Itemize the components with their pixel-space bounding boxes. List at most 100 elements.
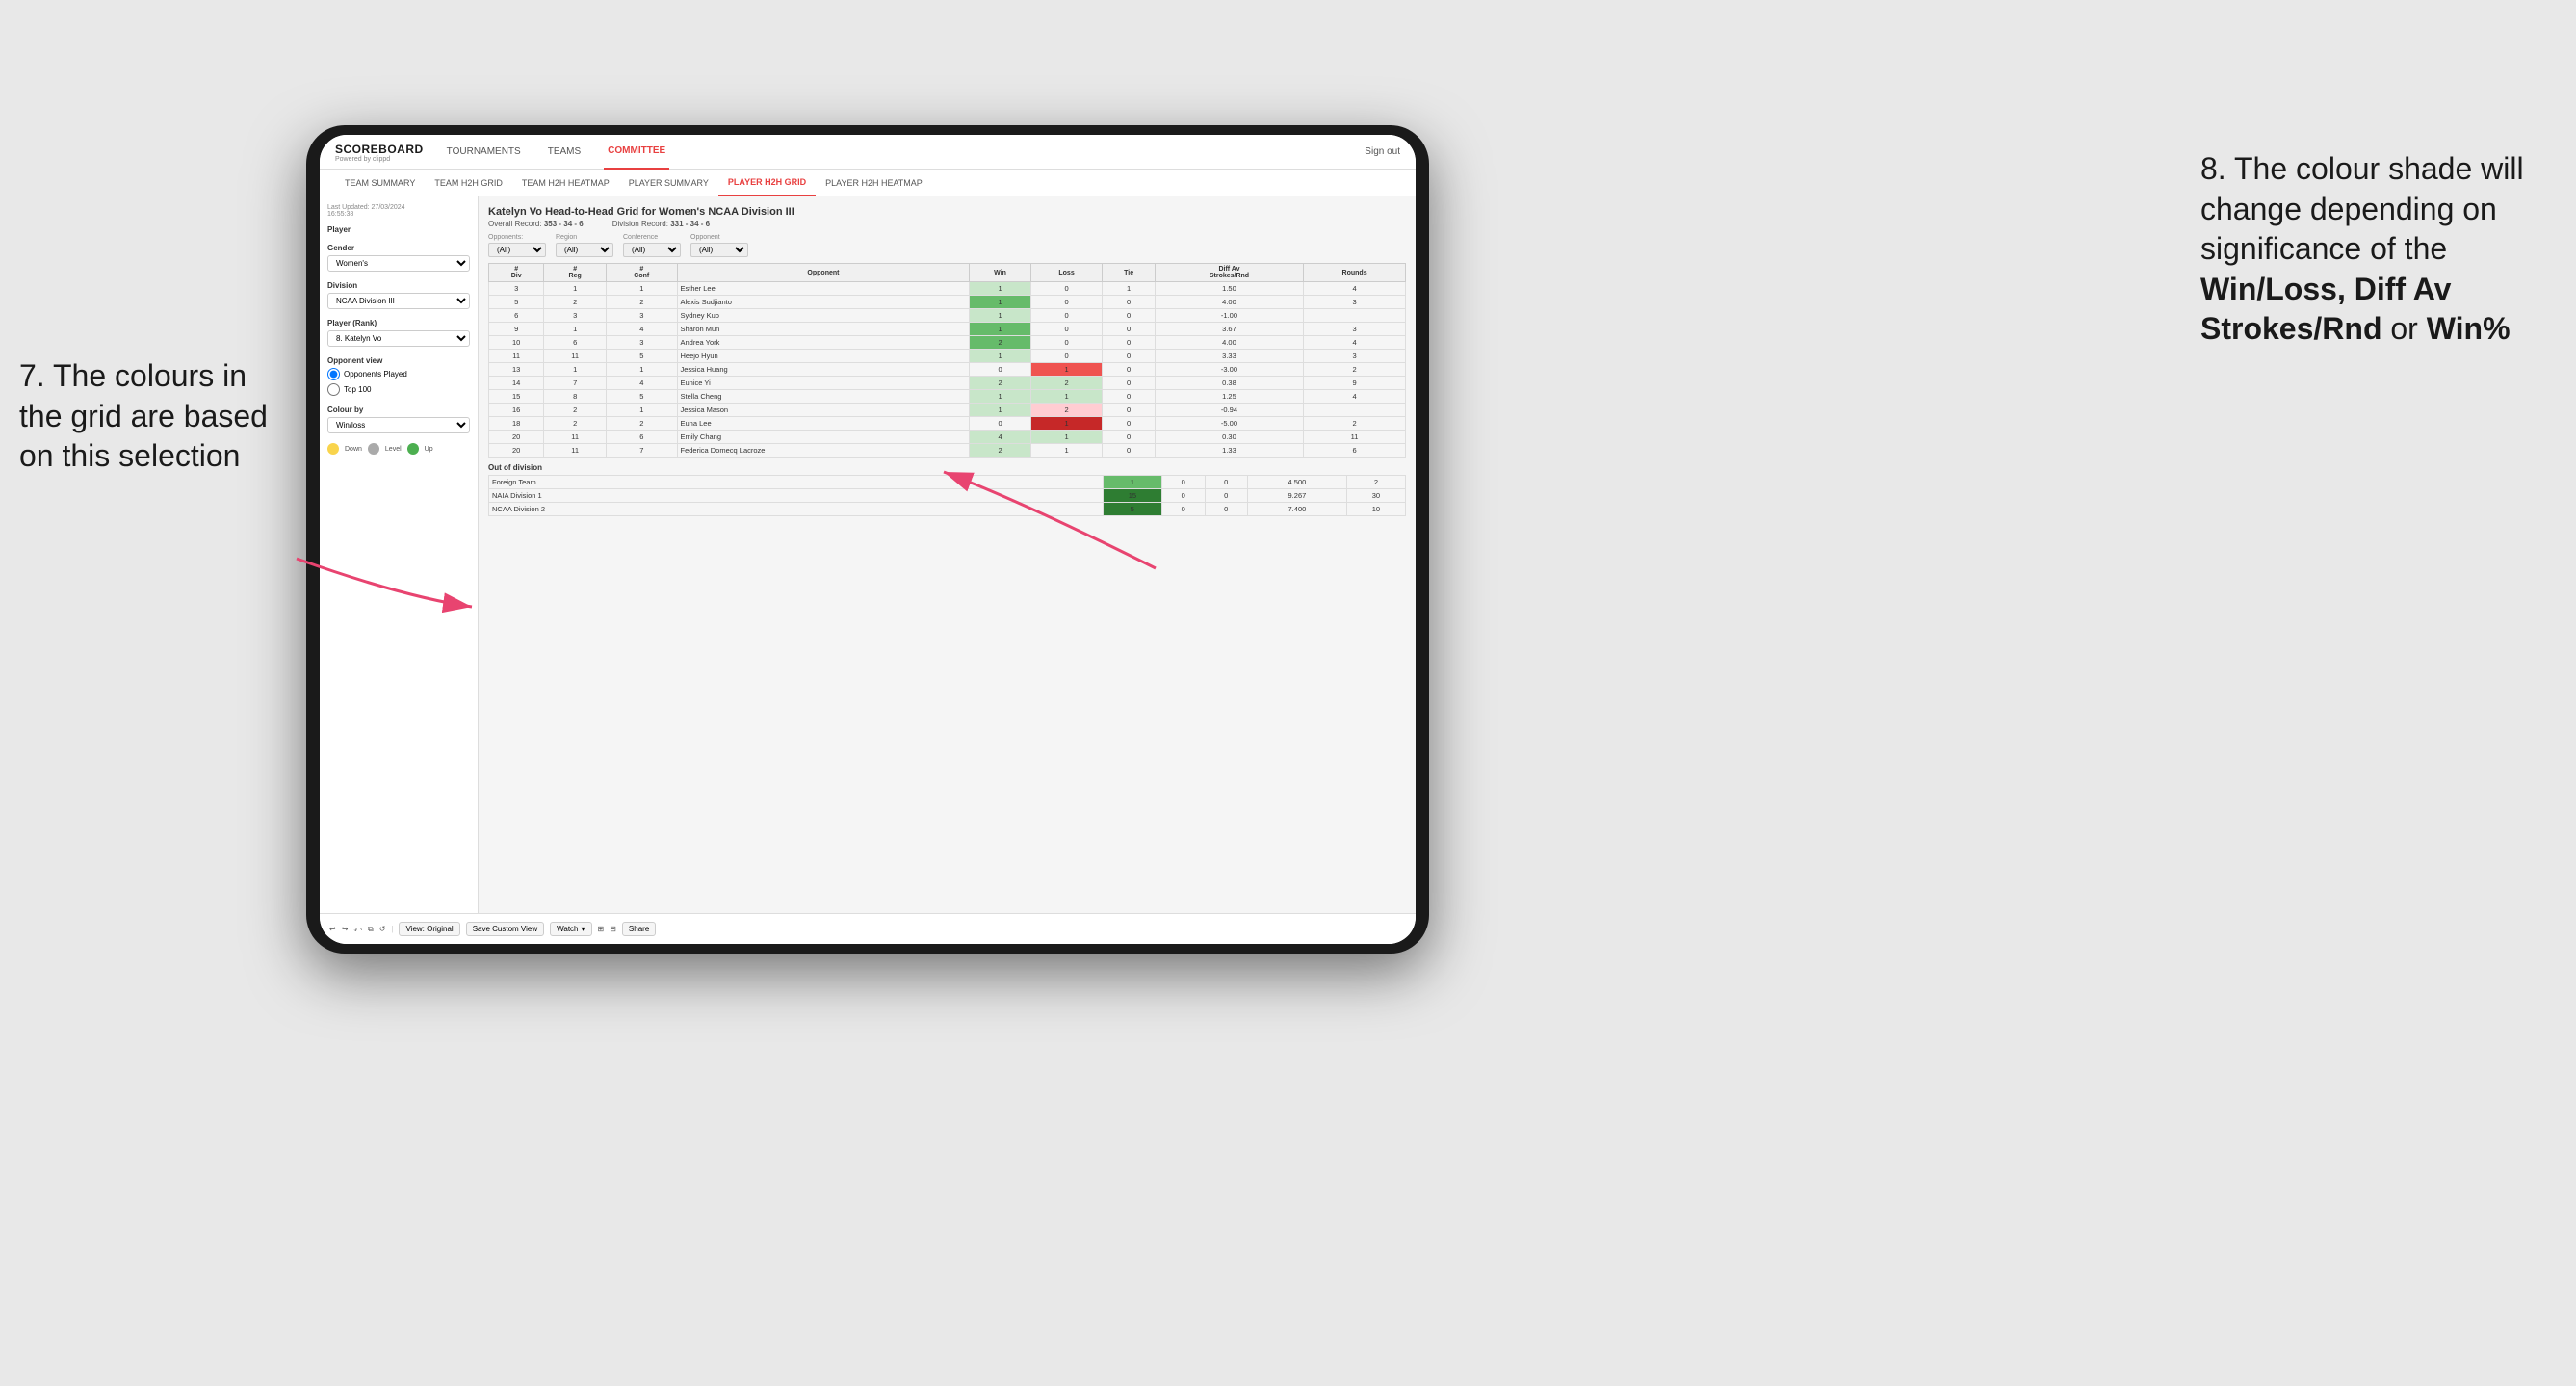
th-rounds: Rounds — [1304, 264, 1406, 282]
table-row: 20 11 7 Federica Domecq Lacroze 2 1 0 1.… — [489, 444, 1406, 458]
colour-label-level: Level — [385, 446, 402, 453]
radio-opponents-played-input[interactable] — [327, 368, 340, 380]
annotation-left-text: 7. The colours in the grid are based on … — [19, 356, 289, 477]
table-row: 18 2 2 Euna Lee 0 1 0 -5.00 2 — [489, 417, 1406, 431]
sidebar-radio-group: Opponents Played Top 100 — [327, 368, 470, 396]
sub-nav-team-summary[interactable]: TEAM SUMMARY — [335, 170, 425, 196]
sidebar-opponent-view-label: Opponent view — [327, 356, 470, 365]
tablet-frame: SCOREBOARD Powered by clippd TOURNAMENTS… — [306, 125, 1429, 954]
sub-nav-player-h2h-heatmap[interactable]: PLAYER H2H HEATMAP — [816, 170, 932, 196]
sub-nav-player-summary[interactable]: PLAYER SUMMARY — [619, 170, 718, 196]
toolbar-step-back-icon[interactable]: ⤺ — [353, 925, 362, 934]
sidebar-opponent-view-section: Opponent view Opponents Played Top 100 — [327, 356, 470, 396]
overall-record: Overall Record: 353 - 34 - 6 — [488, 220, 584, 228]
bottom-toolbar: ↩ ↪ ⤺ ⧉ ↺ | View: Original Save Custom V… — [320, 913, 1416, 944]
toolbar-redo-icon[interactable]: ↪ — [342, 925, 349, 933]
toolbar-undo-icon[interactable]: ↩ — [329, 925, 336, 933]
annotation-right: 8. The colour shade will change dependin… — [2200, 149, 2566, 350]
view-original-label: View: Original — [405, 925, 453, 933]
sidebar-division-section: Division NCAA Division III — [327, 281, 470, 309]
content-area: Katelyn Vo Head-to-Head Grid for Women's… — [479, 196, 1416, 913]
table-row: 14 7 4 Eunice Yi 2 2 0 0.38 9 — [489, 377, 1406, 390]
filter-region: Region (All) — [556, 234, 613, 257]
table-row: 13 1 1 Jessica Huang 0 1 0 -3.00 2 — [489, 363, 1406, 377]
filter-conference-select[interactable]: (All) — [623, 243, 681, 257]
filter-opponent: Opponent (All) — [690, 234, 748, 257]
sub-nav-team-h2h-heatmap[interactable]: TEAM H2H HEATMAP — [512, 170, 619, 196]
logo: SCOREBOARD — [335, 143, 424, 156]
colour-label-down: Down — [345, 446, 362, 453]
toolbar-refresh-icon[interactable]: ↺ — [379, 925, 386, 933]
table-row: 10 6 3 Andrea York 2 0 0 4.00 4 — [489, 336, 1406, 350]
th-div: #Div — [489, 264, 544, 282]
sidebar-player-section: Player — [327, 225, 470, 234]
radio-top100[interactable]: Top 100 — [327, 383, 470, 396]
share-button[interactable]: Share — [622, 922, 656, 936]
save-custom-button[interactable]: Save Custom View — [466, 922, 544, 936]
radio-top100-input[interactable] — [327, 383, 340, 396]
out-of-division-header: Out of division — [488, 458, 1406, 475]
filter-opponents-select[interactable]: (All) — [488, 243, 546, 257]
filter-opponent-select[interactable]: (All) — [690, 243, 748, 257]
colour-dot-down — [327, 443, 339, 455]
radio-opponents-played[interactable]: Opponents Played — [327, 368, 470, 380]
sidebar-division-label: Division — [327, 281, 470, 290]
sidebar-player-rank-section: Player (Rank) 8. Katelyn Vo — [327, 319, 470, 347]
sidebar-player-rank-select[interactable]: 8. Katelyn Vo — [327, 330, 470, 347]
colour-legend: Down Level Up — [327, 443, 470, 455]
sidebar-player-label: Player — [327, 225, 470, 234]
table-row: Foreign Team 1 0 0 4.500 2 — [489, 476, 1406, 489]
table-row: 16 2 1 Jessica Mason 1 2 0 -0.94 — [489, 404, 1406, 417]
nav-sign-out[interactable]: Sign out — [1365, 146, 1400, 157]
sidebar-timestamp: Last Updated: 27/03/2024 16:55:38 — [327, 204, 470, 218]
toolbar-layout-icon[interactable]: ⊟ — [610, 925, 616, 933]
table-row: NCAA Division 2 5 0 0 7.400 10 — [489, 503, 1406, 516]
tablet-screen: SCOREBOARD Powered by clippd TOURNAMENTS… — [320, 135, 1416, 944]
toolbar-grid-icon[interactable]: ⊞ — [598, 925, 605, 933]
save-custom-label: Save Custom View — [473, 925, 537, 933]
out-of-division-table: Foreign Team 1 0 0 4.500 2 NAIA Division… — [488, 475, 1406, 516]
annotation-left: 7. The colours in the grid are based on … — [19, 356, 289, 477]
nav-committee[interactable]: COMMITTEE — [604, 135, 669, 170]
th-tie: Tie — [1103, 264, 1155, 282]
nav-tournaments[interactable]: TOURNAMENTS — [443, 135, 525, 170]
sub-nav-player-h2h-grid[interactable]: PLAYER H2H GRID — [718, 170, 816, 196]
annotation-right-text: 8. The colour shade will change dependin… — [2200, 149, 2566, 350]
table-row: 9 1 4 Sharon Mun 1 0 0 3.67 3 — [489, 323, 1406, 336]
view-original-button[interactable]: View: Original — [399, 922, 459, 936]
report-subtitle: Overall Record: 353 - 34 - 6 Division Re… — [488, 220, 1406, 228]
sidebar-colour-by-select[interactable]: Win/loss — [327, 417, 470, 433]
nav-right: Sign out — [1365, 146, 1400, 157]
th-diff: Diff AvStrokes/Rnd — [1155, 264, 1303, 282]
th-opponent: Opponent — [677, 264, 970, 282]
sidebar-division-select[interactable]: NCAA Division III — [327, 293, 470, 309]
table-row: 6 3 3 Sydney Kuo 1 0 0 -1.00 — [489, 309, 1406, 323]
filter-opponent-label: Opponent — [690, 234, 748, 241]
toolbar-copy-icon[interactable]: ⧉ — [368, 925, 374, 934]
sub-nav-team-h2h-grid[interactable]: TEAM H2H GRID — [425, 170, 512, 196]
annotation-bold2: Win% — [2427, 311, 2511, 346]
th-win: Win — [970, 264, 1030, 282]
filter-conference: Conference (All) — [623, 234, 681, 257]
th-reg: #Reg — [544, 264, 607, 282]
watch-label: Watch — [557, 925, 578, 933]
th-conf: #Conf — [607, 264, 677, 282]
colour-dot-level — [368, 443, 379, 455]
share-label: Share — [629, 925, 649, 933]
th-loss: Loss — [1030, 264, 1103, 282]
sub-nav: TEAM SUMMARY TEAM H2H GRID TEAM H2H HEAT… — [320, 170, 1416, 196]
sidebar-colour-by-label: Colour by — [327, 405, 470, 414]
filter-region-select[interactable]: (All) — [556, 243, 613, 257]
table-row: 3 1 1 Esther Lee 1 0 1 1.50 4 — [489, 282, 1406, 296]
colour-label-up: Up — [425, 446, 433, 453]
sidebar-player-rank-label: Player (Rank) — [327, 319, 470, 327]
sidebar-gender-label: Gender — [327, 244, 470, 252]
sidebar-gender-select[interactable]: Women's — [327, 255, 470, 272]
toolbar-sep1: | — [391, 925, 393, 933]
sidebar: Last Updated: 27/03/2024 16:55:38 Player… — [320, 196, 479, 913]
sidebar-gender-section: Gender Women's — [327, 244, 470, 272]
table-row: 5 2 2 Alexis Sudjianto 1 0 0 4.00 3 — [489, 296, 1406, 309]
nav-teams[interactable]: TEAMS — [544, 135, 585, 170]
table-row: 11 11 5 Heejo Hyun 1 0 0 3.33 3 — [489, 350, 1406, 363]
watch-button[interactable]: Watch ▾ — [550, 922, 591, 936]
